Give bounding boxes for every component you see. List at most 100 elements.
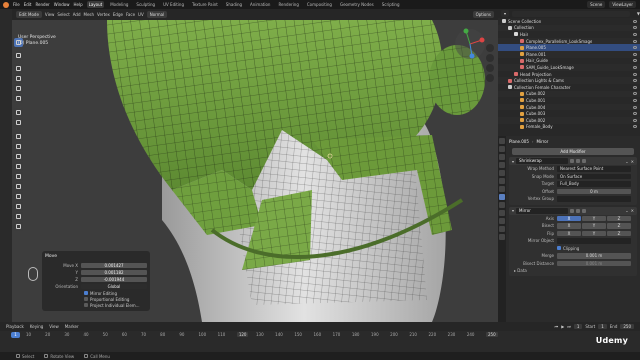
outliner-item[interactable]: Collection Female Character (498, 84, 640, 91)
workspace-tab-modeling[interactable]: Modeling (108, 1, 130, 8)
transform-orientation-selector[interactable]: Normal (146, 11, 168, 18)
workspace-tab-animation[interactable]: Animation (248, 1, 272, 8)
menu-view[interactable]: View (45, 12, 55, 17)
visibility-eye-icon[interactable] (633, 39, 637, 43)
material-tab-icon[interactable] (499, 234, 505, 240)
render-toggle-icon[interactable] (582, 159, 587, 163)
outliner-item[interactable]: Cube.003 (498, 110, 640, 117)
visibility-eye-icon[interactable] (633, 79, 637, 83)
menu-edge[interactable]: Edge (113, 12, 123, 17)
outliner-item[interactable]: Head Projection (498, 71, 640, 78)
menu-help[interactable]: Help (73, 2, 82, 7)
object-tab-icon[interactable] (499, 186, 505, 192)
data-tab-icon[interactable] (499, 226, 505, 232)
rotate-tool-icon[interactable] (14, 74, 23, 83)
grid-icon[interactable] (486, 74, 494, 82)
move-tool-icon[interactable] (14, 64, 23, 73)
play-icon[interactable]: ▶ (561, 324, 564, 329)
bisect-x-toggle[interactable]: X (557, 223, 581, 229)
cursor-tool-icon[interactable] (14, 51, 23, 60)
workspace-tab-shading[interactable]: Shading (224, 1, 244, 8)
workspace-tab-layout[interactable]: Layout (86, 1, 105, 8)
outliner-item[interactable]: Female_Body (498, 124, 640, 131)
outliner-item[interactable]: Hair_Guide (498, 58, 640, 65)
extrude-tool-icon[interactable] (14, 132, 23, 141)
workspace-tab-texture-paint[interactable]: Texture Paint (190, 1, 220, 8)
outliner-item[interactable]: Collection Lights & Cams (498, 77, 640, 84)
workspace-tab-scripting[interactable]: Scripting (380, 1, 402, 8)
edit-mode-toggle-icon[interactable] (570, 159, 575, 163)
edit-mode-toggle-icon[interactable] (570, 208, 575, 213)
menu-face[interactable]: Face (126, 12, 135, 17)
scale-tool-icon[interactable] (14, 84, 23, 93)
outliner-item[interactable]: SAM_Guide_LookSmage (498, 64, 640, 71)
outliner-item[interactable]: Plane.005 (498, 44, 640, 51)
rip-tool-icon[interactable] (14, 222, 23, 231)
menu-render[interactable]: Render (35, 2, 49, 7)
mirror-object-row[interactable]: Mirror Object (509, 237, 637, 245)
constraints-tab-icon[interactable] (499, 218, 505, 224)
workspace-tab-uv-editing[interactable]: UV Editing (161, 1, 186, 8)
modifier-menu-icon[interactable]: ⌄ (625, 208, 628, 213)
render-tab-icon[interactable] (499, 146, 505, 152)
modifier-tab-icon[interactable] (499, 194, 505, 200)
collapse-chevron-icon[interactable]: ▾ (512, 208, 514, 213)
timeline-menu-playback[interactable]: Playback (6, 324, 24, 329)
outliner-item[interactable]: Cube.002 (498, 90, 640, 98)
visibility-eye-icon[interactable] (633, 26, 637, 30)
move-x-field[interactable]: Move X 0.001427 (45, 262, 147, 268)
visibility-eye-icon[interactable] (633, 72, 637, 76)
mode-selector[interactable]: Edit Mode (16, 11, 42, 18)
vertex-group-row[interactable]: Vertex Group (509, 195, 637, 203)
merge-row[interactable]: Merge 0.001 m (509, 252, 637, 260)
last-operator-panel[interactable]: Move Move X 0.001427 Y 0.001182 Z -0.001944… (42, 251, 150, 311)
menu-file[interactable]: File (13, 2, 20, 7)
outliner-item[interactable]: Cube.001 (498, 97, 640, 104)
visibility-eye-icon[interactable] (633, 92, 637, 96)
flip-x-toggle[interactable]: X (557, 230, 581, 236)
loop-cut-tool-icon[interactable] (14, 162, 23, 171)
outliner-item[interactable]: Hair (498, 31, 640, 38)
outliner-item[interactable]: Cube.002 (498, 116, 640, 124)
collapse-chevron-icon[interactable]: ▾ (512, 159, 514, 164)
menu-add[interactable]: Add (73, 12, 81, 17)
outliner-display-mode-icon[interactable]: ▾ (501, 10, 510, 17)
current-frame-field[interactable]: 1 (573, 324, 583, 329)
scene-selector[interactable]: Scene (587, 1, 606, 8)
blender-logo-icon[interactable] (3, 1, 9, 8)
viewport-toggle-icon[interactable] (576, 159, 581, 163)
bisect-y-toggle[interactable]: Y (582, 223, 606, 229)
menu-uv[interactable]: UV (138, 12, 144, 17)
shrinkwrap-header[interactable]: ▾ Shrinkwrap ⌄ ✕ (509, 157, 637, 165)
clipping-checkbox[interactable]: Clipping (509, 245, 637, 253)
project-individual-checkbox[interactable]: Project Individual Elem... (45, 302, 147, 308)
visibility-eye-icon[interactable] (633, 118, 637, 122)
bisect-z-toggle[interactable]: Z (607, 223, 631, 229)
outliner-item[interactable]: Scene Collection (498, 18, 640, 25)
zoom-icon[interactable] (486, 44, 494, 52)
particles-tab-icon[interactable] (499, 202, 505, 208)
outliner-item[interactable]: Complex_Parallelism_LookSmage (498, 37, 640, 45)
menu-window[interactable]: Window (54, 2, 70, 7)
shrinkwrap-name-field[interactable]: Shrinkwrap (516, 158, 569, 164)
operator-title[interactable]: Move (45, 254, 147, 259)
workspace-tab-sculpting[interactable]: Sculpting (134, 1, 157, 8)
inset-tool-icon[interactable] (14, 142, 23, 151)
outliner-item[interactable]: Collection (498, 24, 640, 32)
modifier-menu-icon[interactable]: ⌄ (625, 159, 628, 164)
workspace-tab-geometry-nodes[interactable]: Geometry Nodes (338, 1, 376, 8)
move-z-field[interactable]: Z -0.001944 (45, 276, 147, 282)
snap-mode-row[interactable]: Snap Mode On Surface (509, 173, 637, 181)
workspace-tab-rendering[interactable]: Rendering (276, 1, 300, 8)
render-toggle-icon[interactable] (582, 208, 587, 213)
outliner[interactable]: Scene Collection Collection Hair Complex_Pa… (498, 18, 640, 136)
spin-tool-icon[interactable] (14, 192, 23, 201)
pan-hand-icon[interactable] (486, 54, 494, 62)
measure-tool-icon[interactable] (14, 118, 23, 127)
physics-tab-icon[interactable] (499, 210, 505, 216)
view-layer-selector[interactable]: ViewLayer (609, 1, 636, 8)
tool-tab-icon[interactable] (499, 138, 505, 144)
visibility-eye-icon[interactable] (633, 52, 637, 56)
playhead[interactable]: 1 (11, 332, 20, 338)
timeline-menu-view[interactable]: View (49, 324, 59, 329)
